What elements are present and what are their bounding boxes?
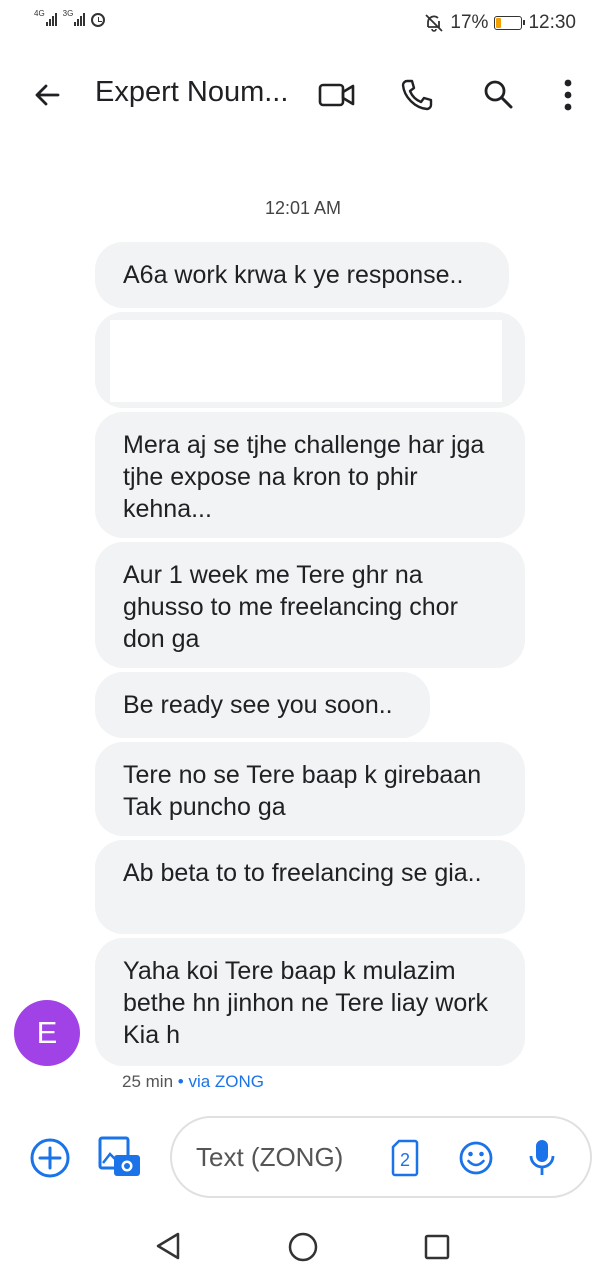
battery-icon <box>494 16 526 30</box>
contact-avatar[interactable]: E <box>14 1000 80 1066</box>
status-left: 4G 3G <box>34 10 106 27</box>
message-bubble[interactable]: Tere no se Tere baap k girebaan Tak punc… <box>95 742 525 836</box>
message-bubble[interactable]: A6a work krwa k ye response.. <box>95 242 509 308</box>
message-bubble[interactable]: Ab beta to to freelancing se gia.. <box>95 840 525 934</box>
back-arrow-icon[interactable] <box>28 76 66 114</box>
add-attachment-icon[interactable] <box>28 1136 72 1180</box>
message-bubble[interactable]: Be ready see you soon.. <box>95 672 430 738</box>
meta-separator: • <box>177 1072 184 1091</box>
video-call-icon[interactable] <box>316 76 358 114</box>
signal-sim2-icon: 3G <box>63 10 86 26</box>
message-text: Yaha koi Tere baap k mulazim bethe hn ji… <box>123 957 489 1049</box>
message-meta: 25 min • via ZONG <box>122 1072 264 1092</box>
message-text: Be ready see you soon.. <box>123 691 393 719</box>
system-nav-bar <box>0 1210 606 1280</box>
microphone-icon[interactable] <box>524 1136 560 1180</box>
meta-via: via ZONG <box>188 1072 265 1091</box>
nav-back-icon[interactable] <box>152 1230 184 1262</box>
message-bubble[interactable]: Yaha koi Tere baap k mulazim bethe hn ji… <box>95 938 525 1066</box>
status-bar: 4G 3G 17% 12:30 <box>0 0 606 46</box>
nav-recents-icon[interactable] <box>422 1232 452 1262</box>
more-vert-icon[interactable] <box>554 76 582 114</box>
message-text: Ab beta to to freelancing se gia.. <box>123 859 482 887</box>
message-bubble[interactable]: Aur 1 week me Tere ghr na ghusso to me f… <box>95 542 525 668</box>
emoji-icon[interactable] <box>456 1138 496 1178</box>
signal-sim1-icon: 4G <box>34 10 57 26</box>
message-timestamp: 12:01 AM <box>264 198 342 218</box>
message-bubble[interactable]: Mera aj se tjhe challenge har jga tjhe e… <box>95 412 525 538</box>
meta-time: 25 min <box>122 1072 174 1091</box>
status-right: 17% 12:30 <box>424 12 576 34</box>
search-icon[interactable] <box>478 74 518 114</box>
message-text: Mera aj se tjhe challenge har jga tjhe e… <box>123 431 485 523</box>
sim-badge: 2 <box>400 1150 410 1170</box>
app-bar: Expert Noum... <box>0 60 606 128</box>
conversation-title[interactable]: Expert Noum... <box>95 76 288 109</box>
nav-home-icon[interactable] <box>286 1230 320 1264</box>
mute-icon <box>425 14 444 32</box>
message-composer: Text (ZONG) 2 <box>0 1114 606 1202</box>
message-text: Aur 1 week me Tere ghr na ghusso to me f… <box>123 561 458 653</box>
gallery-camera-icon[interactable] <box>96 1134 144 1180</box>
message-image-attachment[interactable] <box>95 312 525 408</box>
battery-percent: 17% <box>450 12 489 33</box>
alarm-icon <box>91 13 106 27</box>
phone-icon[interactable] <box>396 74 438 116</box>
image-preview <box>110 320 502 402</box>
avatar-letter: E <box>36 1015 58 1050</box>
message-text: Tere no se Tere baap k girebaan Tak punc… <box>123 761 482 821</box>
message-input[interactable]: Text (ZONG) 2 <box>170 1116 592 1198</box>
sim-select-icon[interactable]: 2 <box>390 1138 420 1178</box>
clock: 12:30 <box>528 12 576 33</box>
message-text: A6a work krwa k ye response.. <box>123 261 464 289</box>
message-input-placeholder: Text (ZONG) <box>196 1142 344 1172</box>
